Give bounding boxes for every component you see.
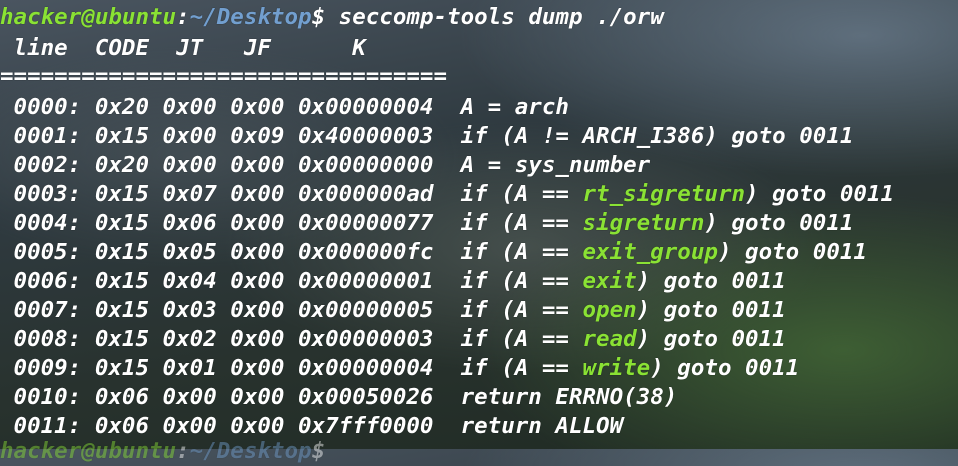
prompt-path: ~/Desktop xyxy=(189,4,312,30)
table-separator: ================================= xyxy=(0,63,448,89)
syscall-name: exit_group xyxy=(582,239,718,265)
prompt-user-host: hacker@ubuntu xyxy=(0,438,177,464)
prompt-line: hacker@ubuntu:~/Desktop$ seccomp-tools d… xyxy=(0,3,664,32)
row-text: 0011: 0x06 0x00 0x00 0x7fff0000 return A… xyxy=(0,413,624,439)
syscall-name: rt_sigreturn xyxy=(582,181,746,207)
row-suffix: ) goto 0011 xyxy=(636,268,786,294)
prompt-colon: : xyxy=(176,4,190,30)
prompt-path: ~/Desktop xyxy=(189,438,312,464)
syscall-name: write xyxy=(582,355,651,381)
next-prompt-line: hacker@ubuntu:~/Desktop$ xyxy=(0,437,325,466)
prompt-dollar: $ xyxy=(311,438,326,464)
syscall-name: exit xyxy=(582,268,637,294)
table-row: 0010: 0x06 0x00 0x00 0x00050026 return E… xyxy=(0,383,678,412)
row-text: 0003: 0x15 0x07 0x00 0x000000ad if (A == xyxy=(0,181,583,207)
table-header: line CODE JT JF K xyxy=(0,35,366,61)
syscall-name: open xyxy=(582,297,637,323)
table-row: 0001: 0x15 0x00 0x09 0x40000003 if (A !=… xyxy=(0,122,854,151)
table-row: 0004: 0x15 0x06 0x00 0x00000077 if (A ==… xyxy=(0,209,854,238)
syscall-name: read xyxy=(582,326,637,352)
row-text: 0010: 0x06 0x00 0x00 0x00050026 return E… xyxy=(0,384,678,410)
table-row: 0005: 0x15 0x05 0x00 0x000000fc if (A ==… xyxy=(0,238,867,267)
row-text: 0007: 0x15 0x03 0x00 0x00000005 if (A == xyxy=(0,297,583,323)
table-row: 0007: 0x15 0x03 0x00 0x00000005 if (A ==… xyxy=(0,296,786,325)
row-text: 0009: 0x15 0x01 0x00 0x00000004 if (A == xyxy=(0,355,583,381)
row-text: 0004: 0x15 0x06 0x00 0x00000077 if (A == xyxy=(0,210,583,236)
table-row: 0002: 0x20 0x00 0x00 0x00000000 A = sys_… xyxy=(0,151,651,180)
table-row: 0000: 0x20 0x00 0x00 0x00000004 A = arch xyxy=(0,93,569,122)
terminal-window[interactable]: hacker@ubuntu:~/Desktop$ seccomp-tools d… xyxy=(0,0,958,464)
row-suffix: ) goto 0011 xyxy=(636,297,786,323)
row-suffix: ) goto 0011 xyxy=(704,210,854,236)
row-text: 0001: 0x15 0x00 0x09 0x40000003 if (A !=… xyxy=(0,123,854,149)
row-text: 0002: 0x20 0x00 0x00 0x00000000 A = sys_… xyxy=(0,152,651,178)
prompt-dollar: $ xyxy=(311,4,326,30)
row-suffix: ) goto 0011 xyxy=(717,239,867,265)
row-text: 0000: 0x20 0x00 0x00 0x00000004 A = arch xyxy=(0,94,569,120)
prompt-colon: : xyxy=(176,438,190,464)
row-text: 0005: 0x15 0x05 0x00 0x000000fc if (A == xyxy=(0,239,583,265)
table-row: 0006: 0x15 0x04 0x00 0x00000001 if (A ==… xyxy=(0,267,786,296)
row-text: 0006: 0x15 0x04 0x00 0x00000001 if (A == xyxy=(0,268,583,294)
table-row: 0009: 0x15 0x01 0x00 0x00000004 if (A ==… xyxy=(0,354,800,383)
row-text: 0008: 0x15 0x02 0x00 0x00000003 if (A == xyxy=(0,326,583,352)
syscall-name: sigreturn xyxy=(582,210,705,236)
table-row: 0003: 0x15 0x07 0x00 0x000000ad if (A ==… xyxy=(0,180,895,209)
command-text: seccomp-tools dump ./orw xyxy=(325,4,664,30)
table-row: 0008: 0x15 0x02 0x00 0x00000003 if (A ==… xyxy=(0,325,786,354)
row-suffix: ) goto 0011 xyxy=(745,181,895,207)
prompt-user-host: hacker@ubuntu xyxy=(0,4,177,30)
row-suffix: ) goto 0011 xyxy=(650,355,800,381)
row-suffix: ) goto 0011 xyxy=(636,326,786,352)
